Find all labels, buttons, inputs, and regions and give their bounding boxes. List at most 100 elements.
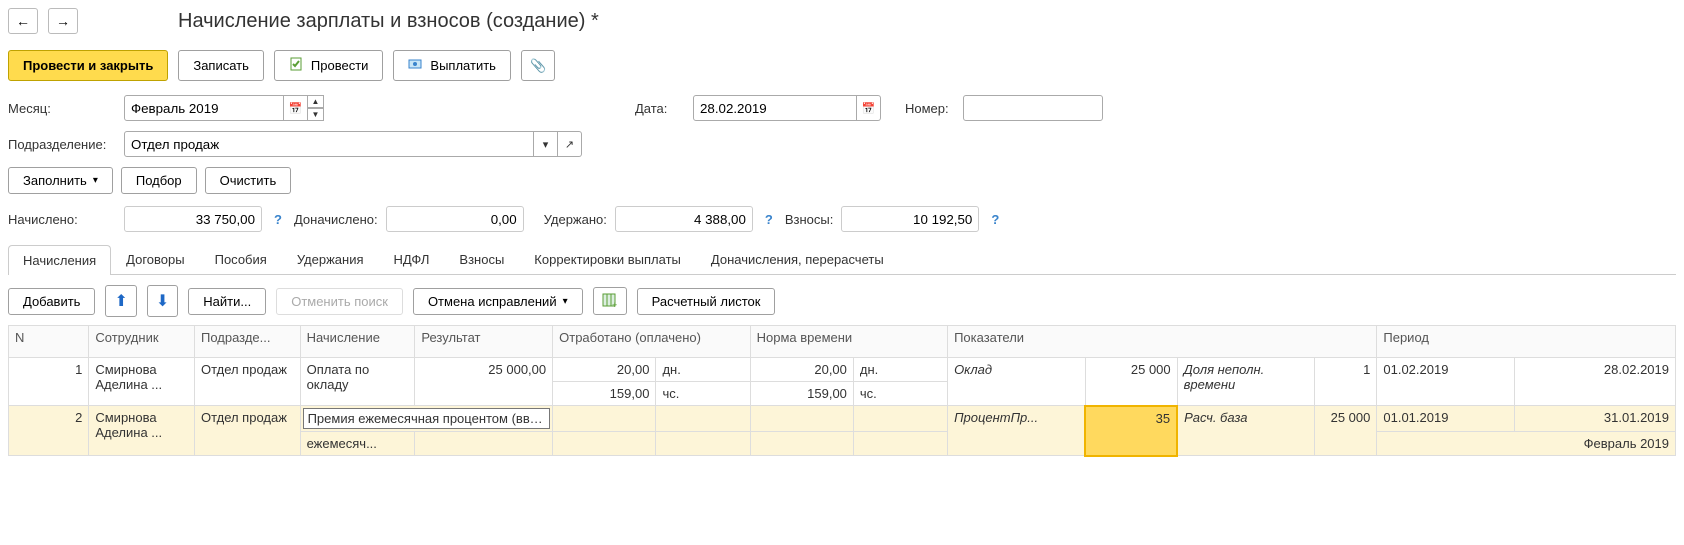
main-toolbar: Провести и закрыть Записать Провести Вып… [8, 50, 1676, 81]
table-row[interactable]: 1 Смирнова Аделина ... Отдел продаж Опла… [9, 358, 1676, 382]
col-accrual[interactable]: Начисление [300, 326, 415, 358]
pick-button[interactable]: Подбор [121, 167, 197, 194]
tab-contributions[interactable]: Взносы [444, 244, 519, 274]
number-input[interactable] [963, 95, 1103, 121]
cell-ind2-value[interactable]: 25 000 [1315, 406, 1377, 456]
cell-worked-hours-unit [656, 432, 750, 456]
month-input[interactable] [124, 95, 284, 121]
save-button[interactable]: Записать [178, 50, 264, 81]
find-button[interactable]: Найти... [188, 288, 266, 315]
paperclip-icon: 📎 [530, 58, 546, 74]
tab-deductions[interactable]: Удержания [282, 244, 379, 274]
department-input[interactable] [124, 131, 534, 157]
withheld-value [615, 206, 753, 232]
cell-norm-days-unit: дн. [853, 358, 947, 382]
month-down-button[interactable]: ▼ [308, 108, 324, 121]
back-button[interactable]: ← [8, 8, 38, 34]
cell-worked-hours[interactable]: 159,00 [553, 382, 656, 406]
tab-contracts[interactable]: Договоры [111, 244, 199, 274]
col-result[interactable]: Результат [415, 326, 553, 358]
withheld-help-icon[interactable]: ? [765, 212, 773, 227]
cell-norm-hours[interactable]: 159,00 [750, 382, 853, 406]
move-down-button[interactable]: ⬇ [147, 285, 178, 317]
add-row-button[interactable]: Добавить [8, 288, 95, 315]
contrib-help-icon[interactable]: ? [991, 212, 999, 227]
attachment-button[interactable]: 📎 [521, 50, 555, 81]
date-calendar-icon[interactable]: 📅 [857, 95, 881, 121]
cell-period-from[interactable]: 01.02.2019 [1377, 358, 1515, 406]
col-employee[interactable]: Сотрудник [89, 326, 195, 358]
cell-norm-days[interactable] [750, 406, 853, 432]
accrual-edit-input[interactable]: Премия ежемесячная процентом (ввод при р… [303, 408, 551, 429]
contrib-label: Взносы: [785, 212, 834, 227]
move-up-button[interactable]: ⬆ [105, 285, 136, 317]
cell-period-to[interactable]: 28.02.2019 [1515, 358, 1676, 406]
department-open-button[interactable]: ↗ [558, 131, 582, 157]
cell-norm-hours[interactable] [750, 432, 853, 456]
cell-result[interactable]: 25 000,00 [415, 358, 553, 406]
fill-button[interactable]: Заполнить ▾ [8, 167, 113, 194]
cell-accrual-below[interactable]: ежемесяч... [300, 432, 415, 456]
cell-result[interactable] [415, 432, 553, 456]
cell-employee[interactable]: Смирнова Аделина ... [89, 358, 195, 406]
tab-benefits[interactable]: Пособия [200, 244, 282, 274]
month-up-button[interactable]: ▲ [308, 95, 324, 108]
cell-period-sub[interactable]: Февраль 2019 [1377, 432, 1676, 456]
cell-norm-hours-unit [853, 432, 947, 456]
cell-worked-days[interactable]: 20,00 [553, 358, 656, 382]
department-dropdown-button[interactable]: ▾ [534, 131, 558, 157]
cell-period-from[interactable]: 01.01.2019 [1377, 406, 1515, 432]
cell-ind2-name[interactable]: Доля неполн. времени [1177, 358, 1315, 406]
cell-ind2-value[interactable]: 1 [1315, 358, 1377, 406]
cell-ind1-value[interactable]: 35 [1085, 406, 1177, 456]
forward-button[interactable]: → [48, 8, 78, 34]
tab-ndfl[interactable]: НДФЛ [379, 244, 445, 274]
cell-n[interactable]: 2 [9, 406, 89, 456]
cell-worked-days[interactable] [553, 406, 656, 432]
col-period[interactable]: Период [1377, 326, 1676, 358]
cell-ind2-name[interactable]: Расч. база [1177, 406, 1315, 456]
cell-ind1-name[interactable]: Оклад [948, 358, 1086, 406]
col-n[interactable]: N [9, 326, 89, 358]
tab-accruals[interactable]: Начисления [8, 245, 111, 275]
cell-n[interactable]: 1 [9, 358, 89, 406]
cell-ind1-value[interactable]: 25 000 [1085, 358, 1177, 406]
cell-accrual[interactable]: Оплата по окладу [300, 358, 415, 406]
cell-worked-days-unit: дн. [656, 358, 750, 382]
cell-employee[interactable]: Смирнова Аделина ... [89, 406, 195, 456]
cancel-corrections-button[interactable]: Отмена исправлений ▾ [413, 288, 583, 315]
accrued-help-icon[interactable]: ? [274, 212, 282, 227]
form-row-2: Подразделение: ▾ ↗ [8, 131, 1676, 157]
contrib-value [841, 206, 979, 232]
tab-corrections[interactable]: Корректировки выплаты [519, 244, 696, 274]
cell-norm-days-unit [853, 406, 947, 432]
payslip-button[interactable]: Расчетный листок [637, 288, 776, 315]
pay-button[interactable]: Выплатить [393, 50, 511, 81]
date-input[interactable] [693, 95, 857, 121]
cell-accrual-editor[interactable]: Премия ежемесячная процентом (ввод при р… [300, 406, 553, 432]
department-label: Подразделение: [8, 137, 116, 152]
post-button[interactable]: Провести [274, 50, 384, 81]
chevron-down-icon: ▾ [563, 296, 568, 307]
number-label: Номер: [905, 101, 955, 116]
extra-accrued-value [386, 206, 524, 232]
cell-worked-hours[interactable] [553, 432, 656, 456]
cell-department[interactable]: Отдел продаж [194, 406, 300, 456]
col-indicators[interactable]: Показатели [948, 326, 1377, 358]
tabs: Начисления Договоры Пособия Удержания НД… [8, 244, 1676, 275]
table-row[interactable]: 2 Смирнова Аделина ... Отдел продаж Прем… [9, 406, 1676, 432]
svg-text:+: + [612, 300, 617, 309]
col-norm[interactable]: Норма времени [750, 326, 947, 358]
col-worked[interactable]: Отработано (оплачено) [553, 326, 750, 358]
cell-norm-days[interactable]: 20,00 [750, 358, 853, 382]
cell-period-to[interactable]: 31.01.2019 [1515, 406, 1676, 432]
clear-button[interactable]: Очистить [205, 167, 292, 194]
show-columns-button[interactable]: + [593, 287, 627, 315]
cell-ind1-name[interactable]: ПроцентПр... [948, 406, 1086, 456]
cell-department[interactable]: Отдел продаж [194, 358, 300, 406]
post-and-close-button[interactable]: Провести и закрыть [8, 50, 168, 81]
tab-extra-accruals[interactable]: Доначисления, перерасчеты [696, 244, 899, 274]
month-calendar-icon[interactable]: 📅 [284, 95, 308, 121]
chevron-down-icon: ▾ [93, 175, 98, 186]
col-department[interactable]: Подразде... [194, 326, 300, 358]
